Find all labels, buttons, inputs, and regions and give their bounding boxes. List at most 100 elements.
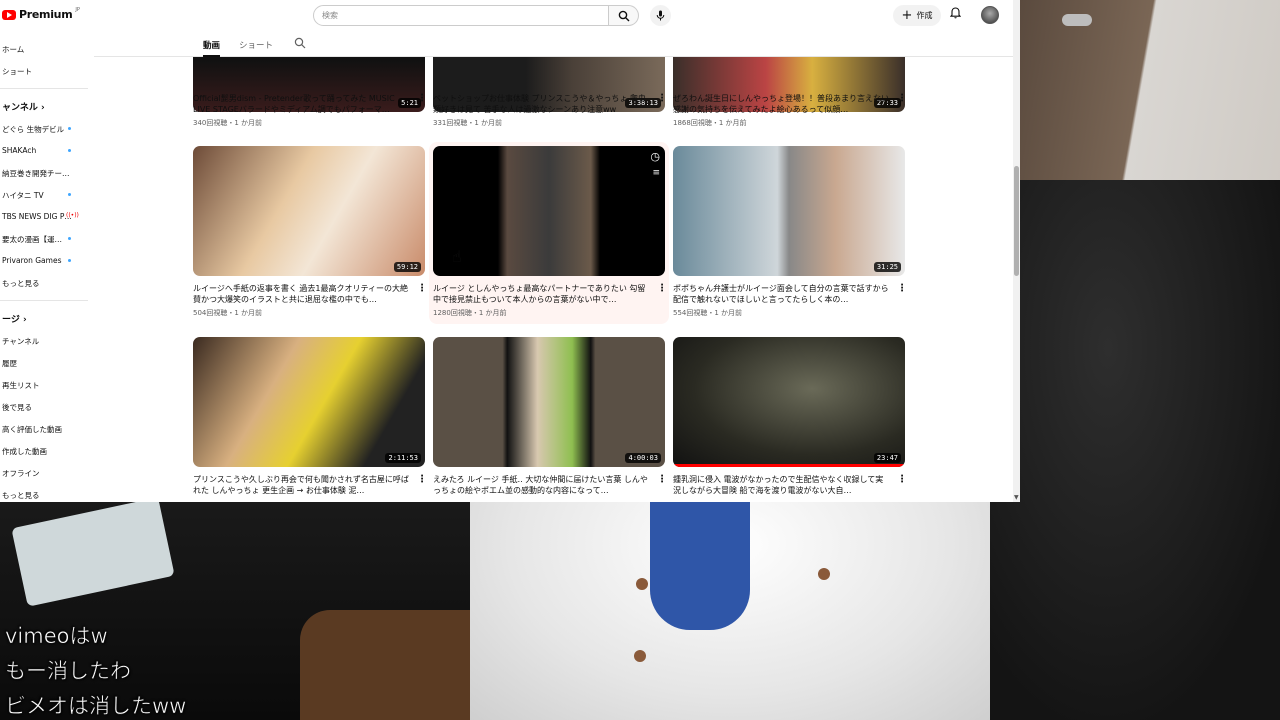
scroll-down-arrow-icon[interactable]: ▼ xyxy=(1014,494,1019,501)
chat-message: vimeoはw xyxy=(5,624,108,649)
sidebar-channel[interactable]: ハイタニ TV xyxy=(2,190,44,201)
video-grid: 5:21 Official髭男dism - Pretender歌って踊ってみた … xyxy=(94,57,1014,502)
video-meta: 504回視聴・1 か月前 xyxy=(193,309,263,317)
video-thumbnail[interactable]: 4:00:03 xyxy=(433,337,665,467)
search-input[interactable]: 検索 xyxy=(313,5,609,26)
person-inner-shirt xyxy=(650,500,750,630)
video-title[interactable]: Official髭男dism - Pretender歌って踊ってみた MUSIC… xyxy=(193,93,411,115)
video-title[interactable]: ルイージ としんやっちょ最高なパートナーでありたい 勾留中で接見禁止もついて本人… xyxy=(433,283,651,305)
video-title[interactable]: プリンスこうや久しぶり再会で何も聞かされず名古屋に呼ばれた しんやっちょ 更生企… xyxy=(193,474,411,496)
more-options-icon[interactable]: ⋮ xyxy=(897,283,907,294)
tab-shorts[interactable]: ショート xyxy=(239,39,273,51)
create-button[interactable]: + 作成 xyxy=(893,5,941,26)
youtube-logo[interactable]: Premium JP xyxy=(2,6,80,21)
scrollbar-thumb[interactable] xyxy=(1014,166,1019,276)
video-title[interactable]: 鍾乳洞に侵入 電波がなかったので生配信やなく収録して実況しながら大冒険 船で海を… xyxy=(673,474,891,496)
door-handle xyxy=(1062,14,1092,26)
chevron-right-icon: › xyxy=(40,103,45,113)
more-options-icon[interactable]: ⋮ xyxy=(417,474,427,485)
video-card[interactable]: 3:38:13 ペットショップお仕事体験 プリンスこうや＆やっちょ 爬虫類好きは… xyxy=(433,57,667,127)
new-content-dot xyxy=(68,259,71,262)
video-duration: 4:00:03 xyxy=(625,453,661,463)
divider xyxy=(0,300,88,301)
channel-search-icon[interactable] xyxy=(294,37,306,52)
shirt-button xyxy=(818,568,830,580)
watch-later-icon[interactable]: ◷ xyxy=(650,150,660,163)
video-thumbnail[interactable]: 23:47 xyxy=(673,337,905,467)
video-thumbnail[interactable]: 31:25 xyxy=(673,146,905,276)
sidebar-item-your-videos[interactable]: 作成した動画 xyxy=(2,446,47,457)
new-content-dot xyxy=(68,237,71,240)
tab-videos[interactable]: 動画 xyxy=(203,39,221,57)
live-icon: ((•)) xyxy=(66,212,79,219)
sidebar-channel[interactable]: 要太の漫画【運… xyxy=(2,234,62,245)
chat-message: ビメオは消したww xyxy=(5,694,187,719)
sidebar-channel[interactable]: TBS NEWS DIG P… xyxy=(2,212,72,221)
video-duration: 59:12 xyxy=(393,262,421,272)
video-card[interactable]: 23:47 鍾乳洞に侵入 電波がなかったので生配信やなく収録して実況しながら大冒… xyxy=(673,337,907,502)
video-card[interactable]: 27:33 ぜろわん誕生日にしんやっちょ登場！！普段あまり言えない感謝の気持ちを… xyxy=(673,57,907,127)
video-title[interactable]: ぜろわん誕生日にしんやっちょ登場！！普段あまり言えない感謝の気持ちを伝えてみたよ… xyxy=(673,93,891,115)
video-thumbnail[interactable]: ◷ ≡ xyxy=(433,146,665,276)
sidebar-channel[interactable]: SHAKAch xyxy=(2,146,36,155)
video-card[interactable]: 5:21 Official髭男dism - Pretender歌って踊ってみた … xyxy=(193,57,427,127)
video-card[interactable]: 2:11:53 プリンスこうや久しぶり再会で何も聞かされず名古屋に呼ばれた しん… xyxy=(193,337,427,502)
more-options-icon[interactable]: ⋮ xyxy=(657,93,667,104)
sidebar-show-more[interactable]: もっと見る xyxy=(2,278,40,289)
search-button[interactable] xyxy=(609,5,639,26)
more-options-icon[interactable]: ⋮ xyxy=(417,283,427,294)
microphone-icon xyxy=(656,10,665,21)
you-header-label: ージ xyxy=(2,315,20,325)
top-bar: Premium JP 検索 + 作成 xyxy=(0,0,1020,34)
sidebar-you-header[interactable]: ージ › xyxy=(2,312,27,325)
add-to-queue-icon[interactable]: ≡ xyxy=(652,168,660,178)
sidebar-item-history[interactable]: 履歴 xyxy=(2,358,17,369)
video-meta: 340回視聴・1 か月前 xyxy=(193,119,263,127)
hand-cursor-icon: ☝ xyxy=(452,247,462,266)
video-thumbnail[interactable]: 59:12 xyxy=(193,146,425,276)
chat-message: もー消したわ xyxy=(5,659,132,684)
sidebar-item-shorts[interactable]: ショート xyxy=(2,66,32,77)
sidebar-item-liked-videos[interactable]: 高く評価した動画 xyxy=(2,424,62,435)
sidebar-item-watch-later[interactable]: 後で見る xyxy=(2,402,32,413)
video-meta: 331回視聴・1 か月前 xyxy=(433,119,503,127)
more-options-icon[interactable]: ⋮ xyxy=(417,93,427,104)
video-card-hovered[interactable]: ◷ ≡ ルイージ としんやっちょ最高なパートナーでありたい 勾留中で接見禁止もつ… xyxy=(429,142,669,324)
sidebar-show-more[interactable]: もっと見る xyxy=(2,490,40,501)
sidebar-item-home[interactable]: ホーム xyxy=(2,44,24,55)
voice-search-button[interactable] xyxy=(650,5,671,26)
chevron-right-icon: › xyxy=(22,315,27,325)
sidebar-channel[interactable]: どぐら 生物デビル xyxy=(2,124,64,135)
youtube-play-icon xyxy=(2,9,16,20)
more-options-icon[interactable]: ⋮ xyxy=(657,283,667,294)
sidebar-item-playlists[interactable]: 再生リスト xyxy=(2,380,40,391)
sidebar-item-your-channel[interactable]: チャンネル xyxy=(2,336,39,347)
sidebar-channel[interactable]: Privaron Games xyxy=(2,256,61,265)
video-card[interactable]: 59:12 ルイージへ手紙の返事を書く 過去1最高クオリティーの大絶賛かつ大爆笑… xyxy=(193,146,427,321)
notifications-bell-icon[interactable] xyxy=(949,7,962,22)
sidebar-channels-header[interactable]: ャンネル › xyxy=(2,100,45,113)
video-card[interactable]: 4:00:03 えみたろ ルイージ 手紙‥ 大切な仲間に届けたい言葉 しんやっち… xyxy=(433,337,667,502)
divider xyxy=(0,88,88,89)
video-thumbnail[interactable]: 2:11:53 xyxy=(193,337,425,467)
video-card[interactable]: 31:25 ポポちゃん弁護士がルイージ面会して自分の言葉で話すから配信で触れない… xyxy=(673,146,907,321)
video-title[interactable]: ポポちゃん弁護士がルイージ面会して自分の言葉で話すから配信で触れないでほしいと言… xyxy=(673,283,891,305)
plus-icon: + xyxy=(901,8,913,23)
video-title[interactable]: えみたろ ルイージ 手紙‥ 大切な仲間に届けたい言葉 しんやっちょの絵やポエム並… xyxy=(433,474,651,496)
page-scrollbar[interactable]: ▼ xyxy=(1013,0,1020,502)
video-title[interactable]: ルイージへ手紙の返事を書く 過去1最高クオリティーの大絶賛かつ大爆笑のイラストと… xyxy=(193,283,411,305)
more-options-icon[interactable]: ⋮ xyxy=(897,93,907,104)
sidebar-channel[interactable]: 納豆巻き開発チー… xyxy=(2,168,70,179)
video-title[interactable]: ペットショップお仕事体験 プリンスこうや＆やっちょ 爬虫類好きは見て 苦手な人は… xyxy=(433,93,651,115)
account-avatar[interactable] xyxy=(981,6,999,24)
video-meta: 1280回視聴・1 か月前 xyxy=(433,309,507,317)
sidebar-item-downloads[interactable]: オフライン xyxy=(2,468,40,479)
youtube-window: Premium JP 検索 + 作成 ホーム ショート ャンネル › どぐら 生… xyxy=(0,0,1020,502)
video-duration: 31:25 xyxy=(873,262,901,272)
video-meta: 554回視聴・1 か月前 xyxy=(673,309,743,317)
video-meta: 1868回視聴・1 か月前 xyxy=(673,119,747,127)
more-options-icon[interactable]: ⋮ xyxy=(897,474,907,485)
logo-region: JP xyxy=(75,6,80,13)
more-options-icon[interactable]: ⋮ xyxy=(657,474,667,485)
shirt-button xyxy=(634,650,646,662)
